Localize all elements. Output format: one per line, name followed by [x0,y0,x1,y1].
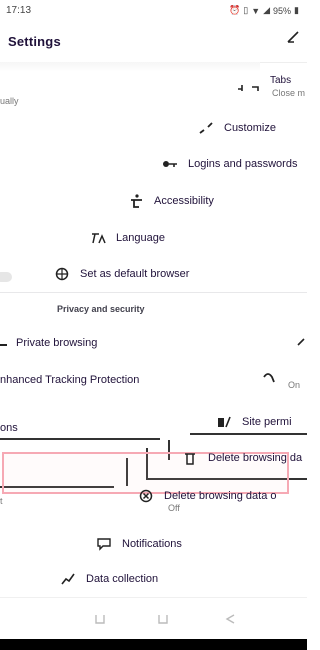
system-nav-bar [0,597,307,640]
arrow-left-icon[interactable] [285,28,303,46]
notifications-item[interactable]: Notifications [94,532,182,556]
site-permissions-item[interactable]: Site permi [214,410,292,434]
toggle-fragment [0,272,12,282]
logins-label: Logins and passwords [188,158,298,170]
bottom-edge [0,639,307,650]
trash-icon [180,451,200,465]
accessibility-label: Accessibility [154,195,214,207]
customize-label: Customize [224,122,276,134]
ghost-strip [0,62,260,72]
site-permissions-label: Site permi [242,416,292,428]
etp-item[interactable]: nhanced Tracking Protection [0,368,139,392]
etp-label: nhanced Tracking Protection [0,374,140,386]
privacy-section-header: Privacy and security [57,304,145,314]
key-icon [160,157,180,171]
notifications-label: Notifications [122,538,182,550]
alarm-icon: ⏰ [229,5,241,15]
logins-item[interactable]: Logins and passwords [160,152,297,176]
ons-fragment: ons [0,416,18,440]
close-circle-icon [136,489,156,503]
tabs-fragment-label: Tabs [270,74,292,86]
etp-state: On [288,380,301,390]
app-header: Settings [0,22,307,63]
delete-on-quit-item[interactable]: Delete browsing data o [136,484,277,508]
shield-icon [260,370,280,384]
private-browsing-label: Private browsing [16,337,98,349]
data-collection-item[interactable]: Data collection [58,567,158,591]
delete-browsing-data-label: Delete browsing da [208,452,303,464]
delete-on-quit-state: Off [168,503,180,513]
default-browser-label: Set as default browser [80,268,190,280]
accessibility-item[interactable]: Accessibility [126,189,214,213]
page-title: Settings [8,34,61,49]
tabs-icon [236,80,260,91]
delete-on-quit-label: Delete browsing data o [164,490,277,502]
nav-home-icon[interactable] [155,611,171,627]
brush-icon [196,121,216,135]
battery-percent: 95% [273,5,292,16]
delete-browsing-data-item[interactable]: Delete browsing da [180,446,302,470]
default-browser-item[interactable]: Set as default browser [52,262,189,286]
chevron-fragment-icon [296,334,306,346]
chart-line-icon [58,572,78,586]
section-divider [0,292,307,293]
wifi-icon: ▼ [251,5,261,16]
battery-icon: ▮ [294,5,299,15]
status-bar: 17:13 ⏰ ▯ ▼ ◢ 95% ▮ [0,0,307,22]
language-label: Language [116,232,165,244]
render-artifact [190,433,307,435]
globe-check-icon [52,267,72,281]
signal-icon: ◢ [263,5,271,15]
accessibility-icon [126,194,146,208]
left-fragment-sub: ually [0,96,19,106]
language-item[interactable]: Language [88,226,165,250]
left-fragment-t: t [0,496,3,506]
ons-fragment-label: ons [0,422,18,434]
data-collection-label: Data collection [86,573,159,585]
nav-back-icon[interactable] [92,611,108,627]
status-time: 17:13 [6,5,32,16]
customize-item[interactable]: Customize [196,116,276,140]
close-tabs-fragment: Close m [272,88,306,98]
language-icon [88,231,108,245]
nav-recents-icon[interactable] [222,611,238,627]
permissions-icon [214,415,234,429]
mask-icon [0,336,8,346]
chat-bubble-icon [94,537,114,551]
private-browsing-item[interactable]: Private browsing [16,331,97,355]
render-artifact [0,438,160,440]
status-icons: ⏰ ▯ ▼ ◢ 95% ▮ [229,5,299,16]
vibrate-icon: ▯ [243,5,249,15]
